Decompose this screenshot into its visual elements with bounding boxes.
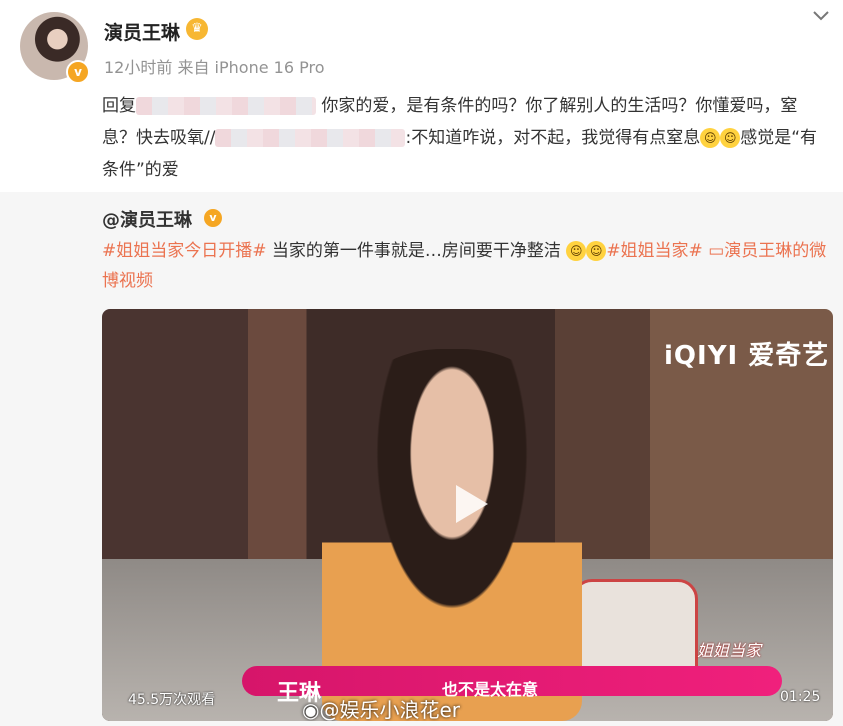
post-text: 回复 你家的爱，是有条件的吗？你了解别人的生活吗？你懂爱吗，窒息？快去吸氧//:… <box>102 96 818 180</box>
verified-badge-icon: v <box>204 209 222 227</box>
post-time[interactable]: 12小时前 <box>104 58 172 77</box>
iqiyi-logo: iQIYI 爱奇艺 <box>664 341 830 371</box>
laugh-cry-emoji-icon: ☺ <box>720 128 741 148</box>
laugh-cry-emoji-icon: ☺ <box>586 241 607 261</box>
play-icon[interactable] <box>432 469 502 539</box>
laugh-cry-emoji-icon: ☺ <box>566 241 587 261</box>
video-camera-icon: ▭ <box>708 241 725 261</box>
video-duration: 01:25 <box>780 689 821 705</box>
laugh-cry-emoji-icon: ☺ <box>700 128 721 148</box>
crown-icon: ♛ <box>186 18 208 40</box>
post-source: 来自 iPhone 16 Pro <box>177 58 325 77</box>
weibo-logo-icon: ◉ <box>302 698 320 721</box>
post-meta: 12小时前 来自 iPhone 16 Pro <box>104 54 324 78</box>
hashtag-link[interactable]: #姐姐当家# <box>606 241 703 261</box>
show-logo: 姐姐当家 <box>697 641 762 660</box>
repost-text: #姐姐当家今日开播# 当家的第一件事就是…房间要干净整洁 ☺ ☺ #姐姐当家# ▭演… <box>102 241 827 291</box>
weibo-watermark: ◉@娱乐小浪花er <box>302 698 460 721</box>
video-player[interactable]: iQIYI 爱奇艺 姐姐当家 王琳 也不是太在意 45.5万次观看 01:25 … <box>102 309 833 721</box>
redacted-username <box>136 97 316 115</box>
verified-badge-icon: v <box>66 60 90 84</box>
repost-author[interactable]: @演员王琳 <box>102 206 192 232</box>
hashtag-link[interactable]: #姐姐当家今日开播# <box>102 241 267 261</box>
view-count: 45.5万次观看 <box>128 692 216 708</box>
chevron-down-icon[interactable] <box>810 6 832 26</box>
redacted-username <box>215 129 406 147</box>
author-name[interactable]: 演员王琳 <box>104 18 180 45</box>
